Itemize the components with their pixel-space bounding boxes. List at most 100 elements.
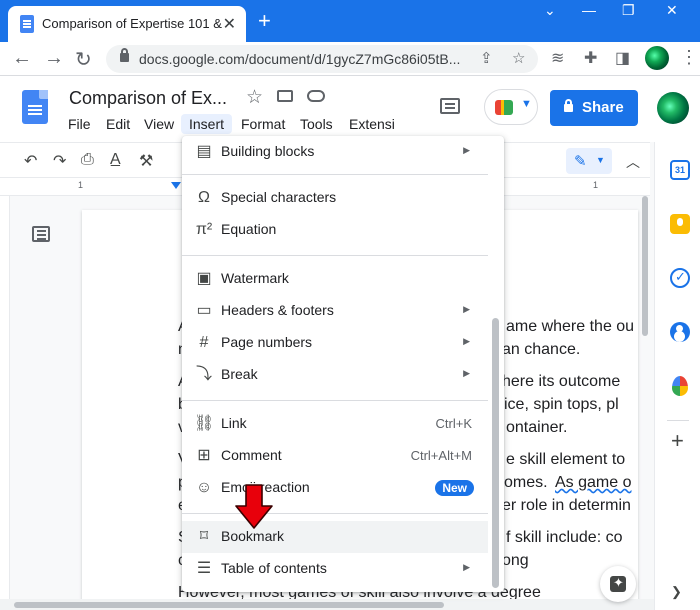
document-scrollbar[interactable] <box>640 196 650 600</box>
maximize-button[interactable]: ❐ <box>622 2 635 19</box>
chevron-up-icon[interactable]: ︿ <box>626 152 640 172</box>
spellcheck-icon[interactable]: A̲ <box>110 151 121 169</box>
document-outline-icon[interactable] <box>32 226 50 242</box>
explore-button[interactable]: ✦ <box>600 566 636 602</box>
menu-scrollbar[interactable] <box>492 318 499 588</box>
menu-file[interactable]: File <box>60 114 99 134</box>
docs-favicon-icon <box>20 15 34 33</box>
sidepanel-icon[interactable]: ◨ <box>615 48 630 68</box>
new-tab-button[interactable]: + <box>258 8 271 34</box>
text-line: ong <box>502 552 529 569</box>
lock-icon[interactable] <box>120 48 129 62</box>
menu-extensions[interactable]: Extensi <box>341 114 403 134</box>
scrollbar-thumb[interactable] <box>642 196 648 336</box>
comments-icon[interactable] <box>440 98 460 114</box>
submenu-arrow-icon: ▶ <box>463 562 470 572</box>
menu-insert[interactable]: Insert <box>181 114 233 134</box>
emoji-icon: ☺ <box>195 479 213 496</box>
docs-header: Comparison of Ex... ☆ File Edit View Ins… <box>0 76 700 142</box>
add-icon[interactable]: + <box>671 428 684 454</box>
menu-item-break[interactable]: ⤵ Break ▶ <box>182 359 488 391</box>
submenu-arrow-icon: ▶ <box>463 145 470 155</box>
browser-tab[interactable]: Comparison of Expertise 101 & e ✕ <box>8 6 246 42</box>
meet-button[interactable]: ▼ <box>484 89 538 125</box>
shortcut-label: Ctrl+Alt+M <box>410 448 472 463</box>
back-icon[interactable]: ← <box>12 47 32 70</box>
editing-mode-button[interactable]: ✎ ▼ <box>566 148 612 174</box>
maps-icon[interactable] <box>672 376 688 396</box>
document-title[interactable]: Comparison of Ex... <box>69 88 227 109</box>
vertical-ruler[interactable] <box>0 196 10 600</box>
menu-format[interactable]: Format <box>233 114 293 134</box>
menu-item-building-blocks[interactable]: ▤ Building blocks ▶ <box>182 136 488 168</box>
paint-format-icon[interactable]: ⚒ <box>139 151 153 171</box>
hash-icon: # <box>199 334 209 351</box>
menu-item-special-characters[interactable]: Ω Special characters <box>182 182 488 214</box>
submenu-arrow-icon: ▶ <box>463 368 470 378</box>
extension-icon[interactable]: ≋ <box>551 48 564 68</box>
menu-item-headers-footers[interactable]: ▭ Headers & footers ▶ <box>182 295 488 327</box>
tab-title: Comparison of Expertise 101 & e <box>42 16 222 31</box>
horizontal-scrollbar[interactable] <box>0 599 654 610</box>
menu-item-link[interactable]: ⛓ Link Ctrl+K <box>182 408 488 440</box>
url-text[interactable]: docs.google.com/document/d/1gycZ7mGc86i0… <box>139 51 460 67</box>
lock-icon <box>564 99 573 112</box>
account-avatar[interactable] <box>657 92 689 124</box>
submenu-arrow-icon: ▶ <box>463 336 470 346</box>
puzzle-icon[interactable]: ✚ <box>584 48 597 68</box>
menu-item-emoji-reaction[interactable]: ☺ Emoji reaction New <box>182 472 488 504</box>
calendar-icon[interactable]: 31 <box>670 160 690 180</box>
minimize-button[interactable]: — <box>582 2 596 18</box>
menu-tools[interactable]: Tools <box>292 114 341 134</box>
share-page-icon[interactable]: ⇪ <box>480 49 493 67</box>
address-bar[interactable]: docs.google.com/document/d/1gycZ7mGc86i0… <box>106 45 538 73</box>
menu-item-label: Page numbers <box>221 334 313 350</box>
ruler-number: 1 <box>78 180 84 190</box>
text-line: here its outcome <box>502 373 621 390</box>
menu-item-equation[interactable]: π² Equation <box>182 214 488 246</box>
tasks-icon[interactable] <box>670 268 690 288</box>
share-button[interactable]: Share <box>550 90 638 126</box>
header-footer-icon: ▭ <box>196 302 212 319</box>
pi-icon: π² <box>195 221 213 238</box>
text-line: er role in determin <box>502 497 631 514</box>
redo-icon[interactable]: ↷ <box>53 151 66 171</box>
menu-item-label: Bookmark <box>221 528 285 544</box>
cloud-status-icon[interactable] <box>307 90 325 102</box>
star-icon[interactable]: ☆ <box>246 86 263 109</box>
ruler-number: 1 <box>593 180 599 190</box>
text-line: ontainer. <box>506 419 568 436</box>
indent-marker-icon[interactable] <box>171 182 181 189</box>
print-icon[interactable]: ⎙ <box>81 151 94 169</box>
tab-close-icon[interactable]: ✕ <box>223 14 236 34</box>
menu-item-table-of-contents[interactable]: ☰ Table of contents ▶ <box>182 553 488 585</box>
menu-edit[interactable]: Edit <box>98 114 138 134</box>
move-folder-icon[interactable] <box>277 90 293 102</box>
kebab-menu-icon[interactable]: ⋮ <box>680 47 698 68</box>
menu-item-bookmark[interactable]: ⌑ Bookmark <box>182 521 488 553</box>
menu-item-page-numbers[interactable]: # Page numbers ▶ <box>182 327 488 359</box>
forward-icon[interactable]: → <box>44 47 64 70</box>
profile-avatar[interactable] <box>645 46 669 70</box>
tab-search-icon[interactable]: ⌄ <box>544 2 556 19</box>
side-panel: 31 + ❯ <box>654 142 700 610</box>
text-line: f skill include: co <box>506 529 623 546</box>
reload-icon[interactable]: ↻ <box>75 47 92 72</box>
browser-tabstrip: Comparison of Expertise 101 & e ✕ + ⌄ — … <box>0 0 700 42</box>
watermark-icon: ▣ <box>196 270 212 287</box>
close-window-button[interactable]: ✕ <box>666 2 678 19</box>
menu-view[interactable]: View <box>136 114 182 134</box>
menu-item-watermark[interactable]: ▣ Watermark <box>182 263 488 295</box>
undo-icon[interactable]: ↶ <box>24 151 37 171</box>
building-blocks-icon: ▤ <box>196 143 212 160</box>
pencil-icon: ✎ <box>574 153 587 170</box>
scrollbar-thumb[interactable] <box>14 602 444 608</box>
browser-toolbar: ← → ↻ docs.google.com/document/d/1gycZ7m… <box>0 42 700 76</box>
chevron-right-icon[interactable]: ❯ <box>671 584 682 600</box>
docs-logo-icon[interactable] <box>22 90 48 124</box>
bookmark-star-icon[interactable]: ☆ <box>512 49 525 67</box>
keep-icon[interactable] <box>670 214 690 234</box>
menu-item-comment[interactable]: ⊞ Comment Ctrl+Alt+M <box>182 440 488 472</box>
menu-item-label: Break <box>221 366 258 382</box>
contacts-icon[interactable] <box>670 322 690 342</box>
